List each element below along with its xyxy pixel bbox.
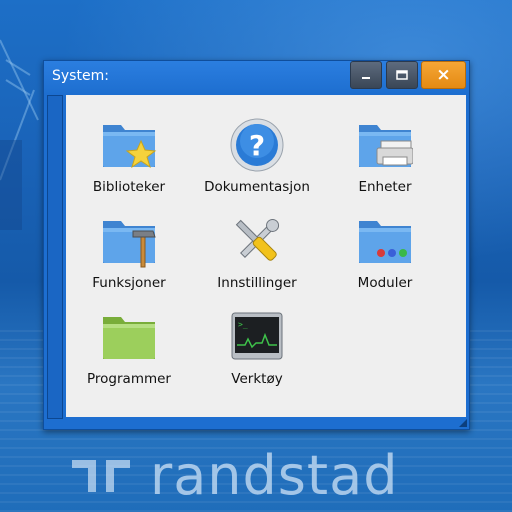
close-button[interactable]: × xyxy=(421,61,466,89)
item-label: Enheter xyxy=(358,179,412,195)
item-funksjoner[interactable]: Funksjoner xyxy=(66,211,192,301)
windmill-silhouette xyxy=(0,39,39,230)
folder-modules-icon xyxy=(359,221,411,263)
item-programmer[interactable]: Programmer xyxy=(66,307,192,397)
item-label: Biblioteker xyxy=(92,179,166,195)
folder-green-icon xyxy=(103,317,155,359)
svg-text:>_: >_ xyxy=(238,320,248,329)
item-label: Programmer xyxy=(87,371,171,387)
window-content: Biblioteker ? Dokumentasjon Enheter Funk… xyxy=(66,95,466,417)
minimize-icon xyxy=(362,77,370,79)
brand-watermark: randstad xyxy=(70,448,398,504)
close-icon: × xyxy=(436,64,451,85)
item-moduler[interactable]: Moduler xyxy=(322,211,448,301)
help-icon: ? xyxy=(230,118,284,172)
item-verktoy[interactable]: >_ Verktøy xyxy=(194,307,320,397)
item-biblioteker[interactable]: Biblioteker xyxy=(66,115,192,205)
window-title: System: xyxy=(52,68,109,84)
tools-icon xyxy=(235,218,280,261)
minimize-button[interactable] xyxy=(350,61,382,89)
maximize-button[interactable] xyxy=(386,61,418,89)
system-monitor-icon: >_ xyxy=(231,312,283,360)
item-label: Dokumentasjon xyxy=(204,179,310,195)
desktop: randstad System: × Biblioteker ? Dokumen… xyxy=(0,0,512,512)
item-label: Verktøy xyxy=(231,371,283,387)
randstad-logo-icon xyxy=(72,460,130,492)
brand-name: randstad xyxy=(150,444,399,507)
item-label: Moduler xyxy=(357,275,413,291)
window-titlebar[interactable]: System: × xyxy=(44,61,469,93)
system-window[interactable]: System: × Biblioteker ? Dokumentasjon En… xyxy=(43,60,470,430)
folder-printer-icon xyxy=(359,125,413,167)
window-side-handle[interactable] xyxy=(47,95,63,419)
item-label: Funksjoner xyxy=(92,275,166,291)
folder-hammer-icon xyxy=(103,221,156,268)
resize-grip-icon[interactable] xyxy=(459,419,467,427)
item-enheter[interactable]: Enheter xyxy=(322,115,448,205)
item-label: Innstillinger xyxy=(217,275,297,291)
folder-star-icon xyxy=(103,125,157,169)
item-dokumentasjon[interactable]: ? Dokumentasjon xyxy=(194,115,320,205)
item-innstillinger[interactable]: Innstillinger xyxy=(194,211,320,301)
svg-text:?: ? xyxy=(249,129,265,162)
maximize-icon xyxy=(396,70,408,80)
